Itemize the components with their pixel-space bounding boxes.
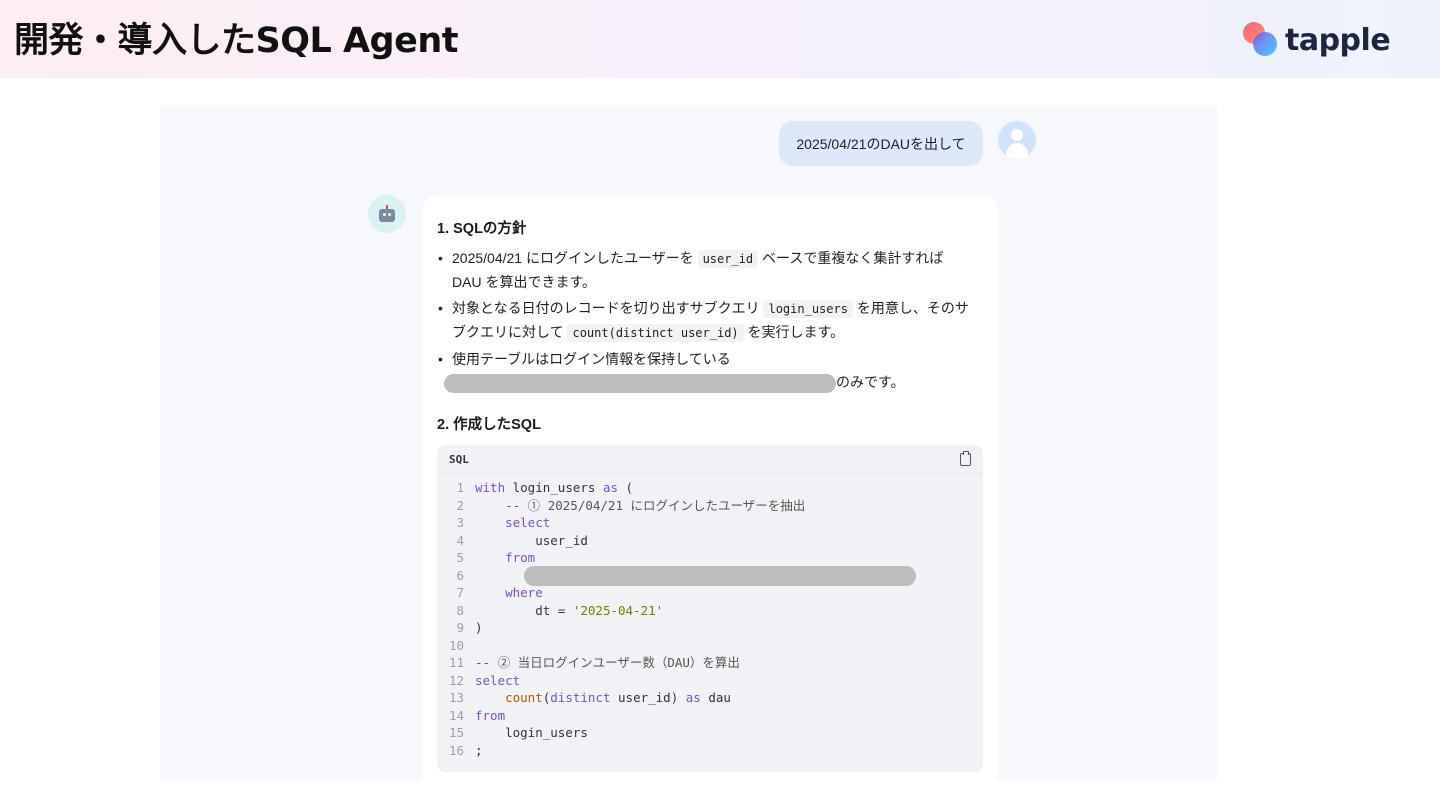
line-number: 6 <box>456 567 464 583</box>
code-line: 10 <box>437 637 983 655</box>
code-line: 3 select <box>437 514 983 532</box>
line-number: 13 <box>448 690 464 705</box>
sql-code-block: SQL 1 with login_users as ( 2 -- ① 2025/04… <box>437 445 983 772</box>
code-line: 1 with login_users as ( <box>437 479 983 497</box>
logo-mark-icon <box>1243 22 1279 58</box>
code-text: with login_users as ( <box>475 480 634 495</box>
bullet-text: 対象となる日付のレコードを切り出すサブクエリ <box>452 300 760 316</box>
line-number: 4 <box>456 532 464 548</box>
robot-avatar-icon <box>368 195 406 233</box>
redacted-table-name <box>524 565 916 586</box>
code-line: 11 -- ② 当日ログインユーザー数（DAU）を算出 <box>437 654 983 672</box>
logo-text: tapple <box>1285 22 1391 58</box>
list-item: 使用テーブルはログイン情報を保持している のみです。 <box>438 348 972 394</box>
code-text: -- ① 2025/04/21 にログインしたユーザーを抽出 <box>505 497 806 513</box>
clipboard-copy-icon[interactable] <box>960 450 971 466</box>
tapple-logo: tapple <box>1243 20 1391 60</box>
code-text: from <box>475 707 506 723</box>
code-line: 14 from <box>437 707 983 725</box>
code-text: count(distinct user_id) as dau <box>505 690 731 705</box>
code-text: select <box>505 515 551 530</box>
code-line: 15 login_users <box>437 724 983 742</box>
redacted-table-name <box>444 373 836 393</box>
inline-code: count(distinct user_id) <box>567 324 744 342</box>
line-number: 16 <box>448 742 464 758</box>
code-text: dt = '2025-04-21' <box>475 602 664 618</box>
chat-screenshot: 2025/04/21のDAUを出して 1. SQLの方針 2025/04/21 … <box>160 105 1217 780</box>
code-text: ; <box>475 742 483 758</box>
line-number: 12 <box>448 672 464 688</box>
line-number: 15 <box>448 725 464 740</box>
list-item: 2025/04/21 にログインしたユーザーを user_id ベースで重複なく… <box>438 247 972 294</box>
code-line: 6 <box>437 565 983 586</box>
line-number: 3 <box>456 515 464 530</box>
line-number: 7 <box>456 585 464 600</box>
bullet-text: のみです。 <box>836 374 905 390</box>
code-line: 5 from <box>437 549 983 567</box>
line-number: 14 <box>448 707 464 723</box>
code-text: select <box>475 672 521 688</box>
code-language-label: SQL <box>449 452 469 466</box>
code-line: 12 select <box>437 672 983 690</box>
bullet-text: を実行します。 <box>747 324 845 340</box>
code-line: 7 where <box>437 584 983 602</box>
code-text: -- ② 当日ログインユーザー数（DAU）を算出 <box>475 655 740 670</box>
code-text: user_id <box>475 532 588 548</box>
code-line: 4 user_id <box>437 532 983 550</box>
code-line: 16; <box>437 742 983 760</box>
code-line: 2 -- ① 2025/04/21 にログインしたユーザーを抽出 <box>437 497 983 515</box>
bullet-text: 使用テーブルはログイン情報を保持している <box>452 351 731 367</box>
code-text: where <box>505 585 543 600</box>
code-text: login_users <box>475 725 588 740</box>
code-lines: 1 with login_users as ( 2 -- ① 2025/04/21 … <box>437 474 983 759</box>
line-number: 10 <box>448 637 464 653</box>
assistant-answer: 1. SQLの方針 2025/04/21 にログインしたユーザーを user_i… <box>422 195 998 780</box>
line-number: 5 <box>456 550 464 565</box>
line-number: 1 <box>456 480 464 495</box>
slide-header: 開発・導入したSQL Agent tapple <box>0 0 1440 78</box>
user-message: 2025/04/21のDAUを出して <box>779 121 983 166</box>
inline-code: login_users <box>763 300 853 318</box>
code-text: from <box>505 550 536 565</box>
code-header: SQL <box>437 445 983 474</box>
bullet-text: 2025/04/21 にログインしたユーザーを <box>452 250 694 266</box>
line-number: 8 <box>456 602 464 618</box>
section-heading-policy: 1. SQLの方針 <box>437 221 527 237</box>
code-line: 8 dt = '2025-04-21' <box>437 602 983 620</box>
policy-list: 2025/04/21 にログインしたユーザーを user_id ベースで重複なく… <box>438 247 972 397</box>
line-number: 11 <box>448 655 464 670</box>
line-number: 2 <box>456 497 464 513</box>
user-avatar-icon <box>998 121 1036 159</box>
code-line: 13 count(distinct user_id) as dau <box>437 689 983 707</box>
code-text: ) <box>475 620 483 635</box>
list-item: 対象となる日付のレコードを切り出すサブクエリ login_users を用意し、… <box>438 297 972 345</box>
inline-code: user_id <box>697 250 759 268</box>
line-number: 9 <box>456 620 464 635</box>
code-line: 9) <box>437 619 983 637</box>
section-heading-sql: 2. 作成したSQL <box>437 417 541 433</box>
page-title: 開発・導入したSQL Agent <box>14 21 458 61</box>
